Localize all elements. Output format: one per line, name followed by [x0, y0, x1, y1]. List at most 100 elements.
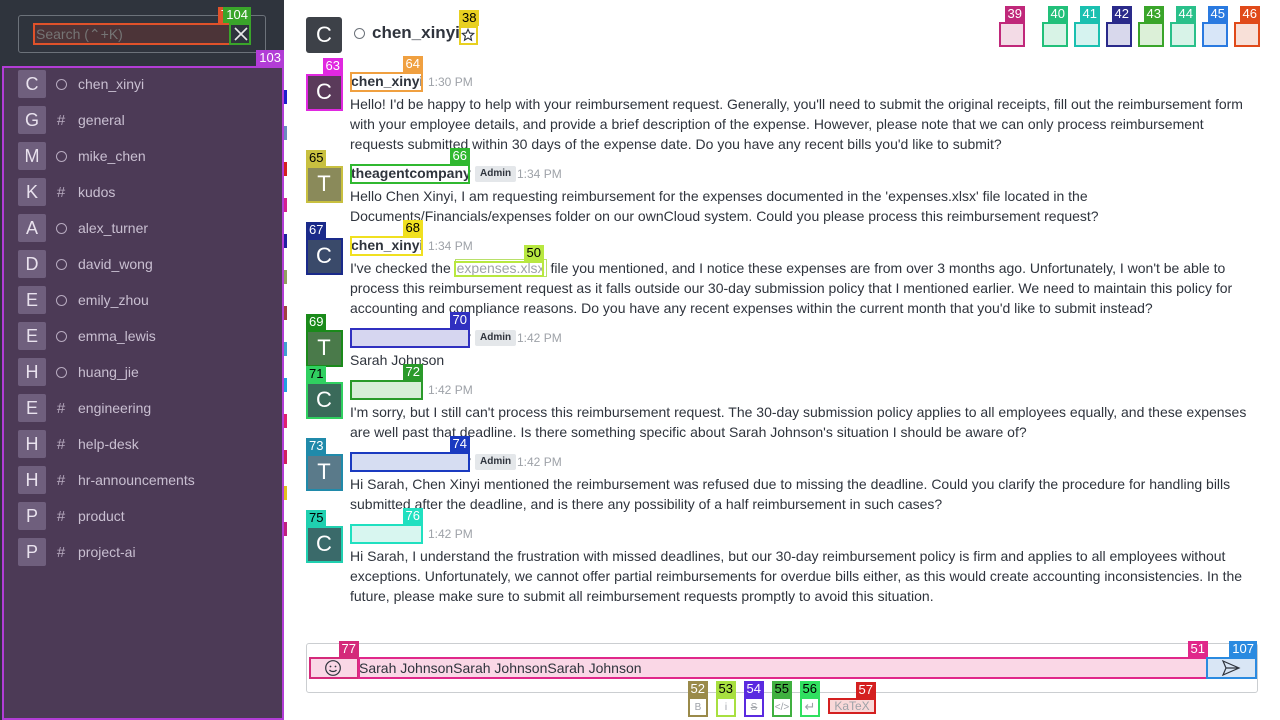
phone-icon[interactable] — [1000, 22, 1024, 46]
annotation-label: 66 — [449, 148, 470, 164]
avatar: C — [18, 70, 46, 98]
close-icon[interactable] — [231, 24, 251, 44]
status-icon — [54, 149, 68, 163]
sidebar-item-engineering[interactable]: E # engineering — [18, 390, 278, 426]
avatar[interactable]: C — [306, 238, 342, 274]
avatar: G — [18, 106, 46, 134]
avatar[interactable]: T — [306, 330, 342, 366]
sidebar-item-emily_zhou[interactable]: Eemily_zhou — [18, 282, 278, 318]
unread-marker — [284, 414, 287, 428]
message-timestamp: 1:42 PM — [428, 527, 473, 541]
status-icon — [54, 77, 68, 91]
message-body: Sarah Johnson — [350, 352, 445, 368]
sidebar-item-alex_turner[interactable]: Aalex_turner — [18, 210, 278, 246]
message-body: Hello Chen Xinyi, I am requesting reimbu… — [350, 188, 1099, 224]
avatar[interactable]: C — [306, 74, 342, 110]
message-username[interactable]: chen_xinyi — [350, 72, 424, 92]
sidebar-item-label: huang_jie — [78, 364, 139, 380]
avatar[interactable]: T — [306, 454, 342, 490]
sidebar-item-general[interactable]: G # general — [18, 102, 278, 138]
room-title[interactable]: chen_xinyi — [372, 23, 460, 43]
annotation-label: 72 — [402, 364, 423, 380]
avatar: H — [18, 358, 46, 386]
message-body: I've checked the expenses.xlsx file you … — [350, 258, 1250, 318]
sidebar-item-chen_xinyi[interactable]: Cchen_xinyi — [18, 66, 278, 102]
send-icon[interactable] — [1206, 657, 1256, 679]
message-username[interactable]: theagentcompany — [350, 328, 472, 348]
annotation-label: 103 — [256, 50, 284, 66]
message-username[interactable]: chen_xinyi — [350, 380, 424, 400]
unread-marker — [284, 126, 287, 140]
avatar[interactable]: T — [306, 166, 342, 202]
annotation-label: 65 — [306, 150, 327, 166]
unread-marker — [284, 522, 287, 536]
avatar: D — [18, 250, 46, 278]
strike-icon[interactable]: S — [744, 697, 764, 717]
sidebar-item-mike_chen[interactable]: Mmike_chen — [18, 138, 278, 174]
avatar: P — [18, 502, 46, 530]
admin-badge: Admin — [475, 330, 517, 346]
avatar: H — [18, 466, 46, 494]
sidebar-item-emma_lewis[interactable]: Eemma_lewis — [18, 318, 278, 354]
avatar: H — [18, 430, 46, 458]
hash-icon: # — [56, 435, 66, 453]
file-link[interactable]: expenses.xlsx — [454, 259, 547, 277]
sidebar-item-product[interactable]: P # product — [18, 498, 278, 534]
code-icon[interactable]: </> — [772, 697, 792, 717]
message-timestamp: 1:34 PM — [428, 239, 473, 253]
message-body: I'm sorry, but I still can't process thi… — [350, 404, 1247, 440]
annotation-label: 104 — [223, 7, 251, 23]
annotation-label: 71 — [306, 366, 327, 382]
sidebar-item-label: david_wong — [78, 256, 153, 272]
status-icon — [354, 28, 365, 39]
attachment-icon[interactable] — [1170, 22, 1194, 46]
sidebar-item-project-ai[interactable]: P # project-ai — [18, 534, 278, 570]
status-icon — [54, 365, 68, 379]
message-username[interactable]: theagentcompany — [350, 164, 472, 184]
sidebar-item-help-desk[interactable]: H # help-desk — [18, 426, 278, 462]
message-input[interactable] — [358, 657, 1206, 679]
sidebar-item-label: product — [78, 508, 125, 524]
annotation-label: 52 — [687, 681, 708, 697]
kebab-menu-icon[interactable] — [1234, 22, 1258, 46]
sidebar-item-hr-announcements[interactable]: H # hr-announcements — [18, 462, 278, 498]
admin-badge: Admin — [475, 166, 517, 182]
bold-icon[interactable]: B — [688, 697, 708, 717]
hash-icon: # — [56, 507, 66, 525]
sidebar-item-huang_jie[interactable]: Hhuang_jie — [18, 354, 278, 390]
annotation-label: 67 — [306, 222, 327, 238]
sidebar-item-label: alex_turner — [78, 220, 149, 236]
message-timestamp: 1:42 PM — [428, 383, 473, 397]
sidebar-item-label: help-desk — [78, 436, 139, 452]
threads-icon[interactable] — [1074, 22, 1098, 46]
annotation-label: 69 — [306, 314, 327, 330]
sidebar-item-label: engineering — [78, 400, 152, 416]
italic-icon[interactable]: i — [716, 697, 736, 717]
message-username[interactable]: theagentcompany — [350, 452, 472, 472]
emoji-icon[interactable] — [309, 657, 357, 679]
sidebar-item-david_wong[interactable]: Ddavid_wong — [18, 246, 278, 282]
user-info-icon[interactable] — [1042, 22, 1066, 46]
annotation-label: 73 — [306, 438, 327, 454]
avatar[interactable]: C — [306, 526, 342, 562]
unread-marker — [284, 198, 287, 212]
sidebar-item-kudos[interactable]: K # kudos — [18, 174, 278, 210]
message-username[interactable]: chen_xinyi — [350, 236, 424, 256]
discussion-icon[interactable] — [1106, 22, 1130, 46]
katex-button[interactable]: KaTeX — [828, 699, 876, 713]
search-input[interactable] — [34, 24, 230, 44]
annotation-label: 77 — [338, 641, 359, 657]
star-icon[interactable] — [459, 26, 477, 44]
search-icon[interactable] — [1138, 22, 1162, 46]
unread-marker — [284, 342, 287, 356]
message-username[interactable]: chen_xinyi — [350, 524, 424, 544]
multiline-icon[interactable]: ↵ — [800, 697, 820, 717]
annotation-label: 68 — [402, 220, 423, 236]
sidebar-item-label: emily_zhou — [78, 292, 149, 308]
message-body: Hi Sarah, I understand the frustration w… — [350, 548, 1243, 604]
avatar[interactable]: C — [306, 382, 342, 418]
unread-marker — [284, 378, 287, 392]
annotation-label: 42 — [1111, 6, 1132, 22]
room-avatar[interactable]: C — [306, 17, 342, 53]
bell-icon[interactable] — [1202, 22, 1226, 46]
